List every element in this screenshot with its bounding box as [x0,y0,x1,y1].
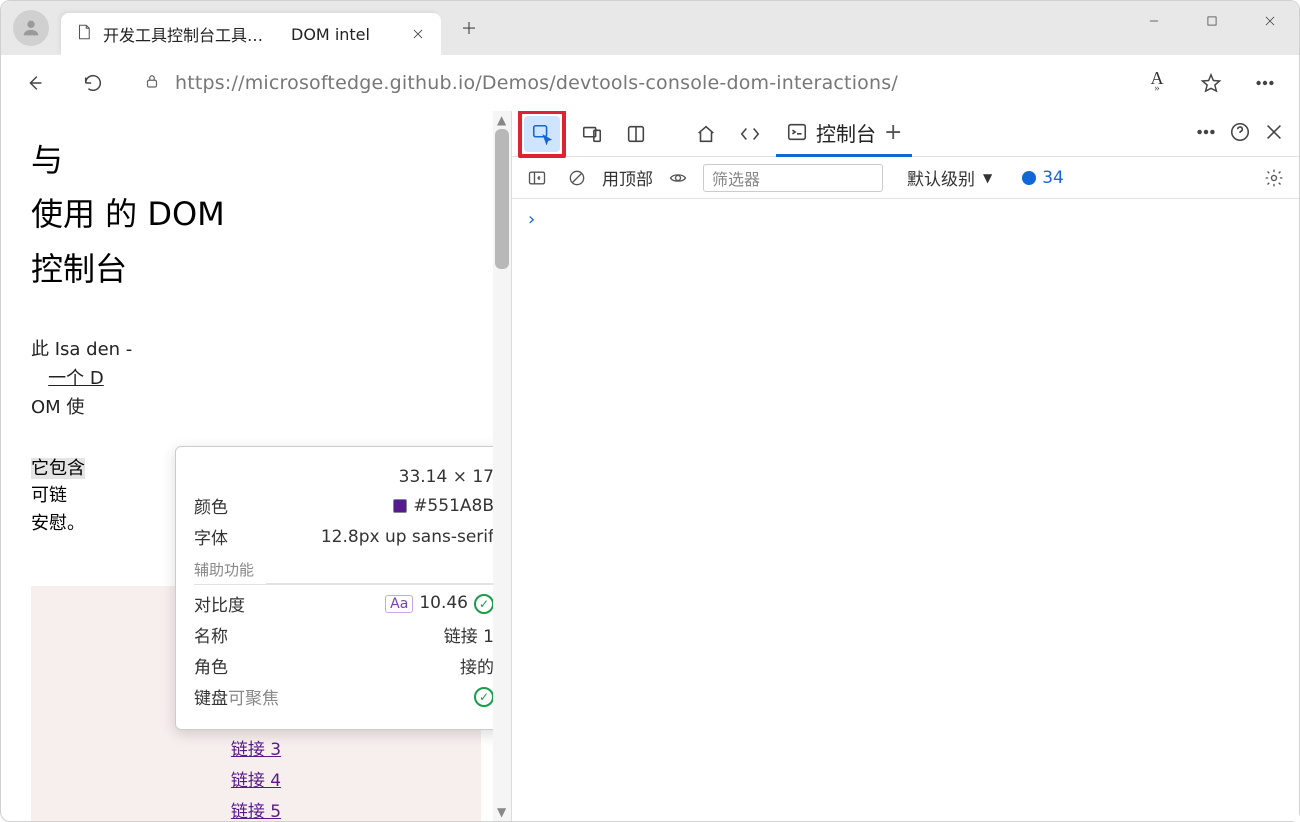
page-title: 与 使用 的 DOM 控制台 [31,133,481,296]
tooltip-contrast-label: 对比度 [194,591,245,616]
console-output[interactable]: › [512,199,1299,821]
tooltip-name-label: 名称 [194,622,228,647]
check-icon: ✓ [474,687,494,707]
tooltip-font-label: 字体 [194,524,228,549]
log-level-selector[interactable]: 默认级别 ▼ [907,165,992,190]
scroll-down-arrow[interactable]: ▼ [497,805,506,819]
close-tab-button[interactable] [405,21,431,47]
more-tools-button[interactable] [1195,121,1217,147]
tooltip-role-label: 角色 [194,653,228,678]
link-4[interactable]: 链接 4 [231,771,281,791]
console-tab-label: 控制台 [816,118,876,147]
issues-dot-icon [1022,171,1036,185]
help-button[interactable] [1229,121,1251,147]
devtools-panel: 控制台 + 用顶部 筛选器 默认级别 ▼ [511,111,1299,821]
refresh-button[interactable] [73,63,113,103]
lock-icon [143,72,161,94]
page-icon [75,23,93,45]
issues-count[interactable]: 34 [1022,168,1064,188]
live-expression-button[interactable] [663,163,693,193]
check-icon: ✓ [474,594,494,614]
read-aloud-button[interactable]: A» [1137,63,1177,103]
intro-paragraph: 此 Isa den - 一个 D OM 使 [31,336,481,422]
tooltip-color-label: 颜色 [194,493,228,518]
color-swatch [393,499,407,513]
close-devtools-button[interactable] [1263,121,1285,147]
tooltip-role-value: 接的 [460,653,494,678]
minimize-button[interactable] [1125,1,1183,41]
tab-title-1: 开发工具控制台工具… [103,22,263,46]
execution-context-selector[interactable]: 用顶部 [602,165,653,190]
browser-tab[interactable]: 开发工具控制台工具… DOM intel [61,13,441,55]
console-toolbar: 用顶部 筛选器 默认级别 ▼ 34 [512,157,1299,199]
devtools-tabbar: 控制台 + [512,111,1299,157]
tab-title-2: DOM intel [291,25,370,44]
tooltip-color-value: #551A8B [393,496,494,516]
inspector-tooltip: 33.14 × 17 颜色 #551A8B 字体 12.8px up sans-… [175,446,511,730]
welcome-tab[interactable] [688,116,724,152]
console-prompt[interactable]: › [526,209,537,230]
dock-side-button[interactable] [618,116,654,152]
inspect-tool-highlight [518,111,566,158]
console-tab[interactable]: 控制台 + [776,111,912,157]
tooltip-a11y-heading: 辅助功能 [194,559,254,580]
page-content: 与 使用 的 DOM 控制台 此 Isa den - 一个 D OM 使 它包含… [1,111,511,821]
filter-input[interactable]: 筛选器 [703,164,883,192]
window-controls [1125,1,1299,41]
url-text: https://microsoftedge.github.io/Demos/de… [175,72,898,94]
url-bar[interactable]: https://microsoftedge.github.io/Demos/de… [131,62,1119,104]
link-3[interactable]: 链接 3 [231,740,281,760]
list-item: 链接 3 [31,735,481,760]
inspect-element-button[interactable] [524,116,560,152]
elements-tab[interactable] [732,116,768,152]
sidebar-toggle-button[interactable] [522,163,552,193]
address-bar-row: https://microsoftedge.github.io/Demos/de… [1,55,1299,111]
titlebar: 开发工具控制台工具… DOM intel [1,1,1299,55]
close-window-button[interactable] [1241,1,1299,41]
list-item: 链接 5 [31,797,481,821]
list-item: 链接 4 [31,766,481,791]
tooltip-keyboard-label: 键盘可聚焦 [194,684,279,709]
tooltip-name-value: 链接 1 [444,622,494,647]
clear-console-button[interactable] [562,163,592,193]
add-tab-button[interactable]: + [884,120,902,145]
back-button[interactable] [15,63,55,103]
console-settings-button[interactable] [1259,163,1289,193]
chevron-down-icon: ▼ [983,171,992,185]
scrollbar-thumb[interactable] [495,129,509,269]
tooltip-dimensions: 33.14 × 17 [399,467,494,487]
scroll-up-arrow[interactable]: ▲ [497,113,506,127]
maximize-button[interactable] [1183,1,1241,41]
tooltip-contrast-value: Aa10.46✓ [385,593,494,614]
profile-avatar[interactable] [13,10,49,46]
device-toolbar-button[interactable] [574,116,610,152]
more-button[interactable] [1245,63,1285,103]
favorite-button[interactable] [1191,63,1231,103]
link-5[interactable]: 链接 5 [231,802,281,821]
new-tab-button[interactable] [449,8,489,48]
tooltip-font-value: 12.8px up sans-serif [321,527,494,547]
page-scrollbar[interactable]: ▲ ▼ [493,111,511,821]
